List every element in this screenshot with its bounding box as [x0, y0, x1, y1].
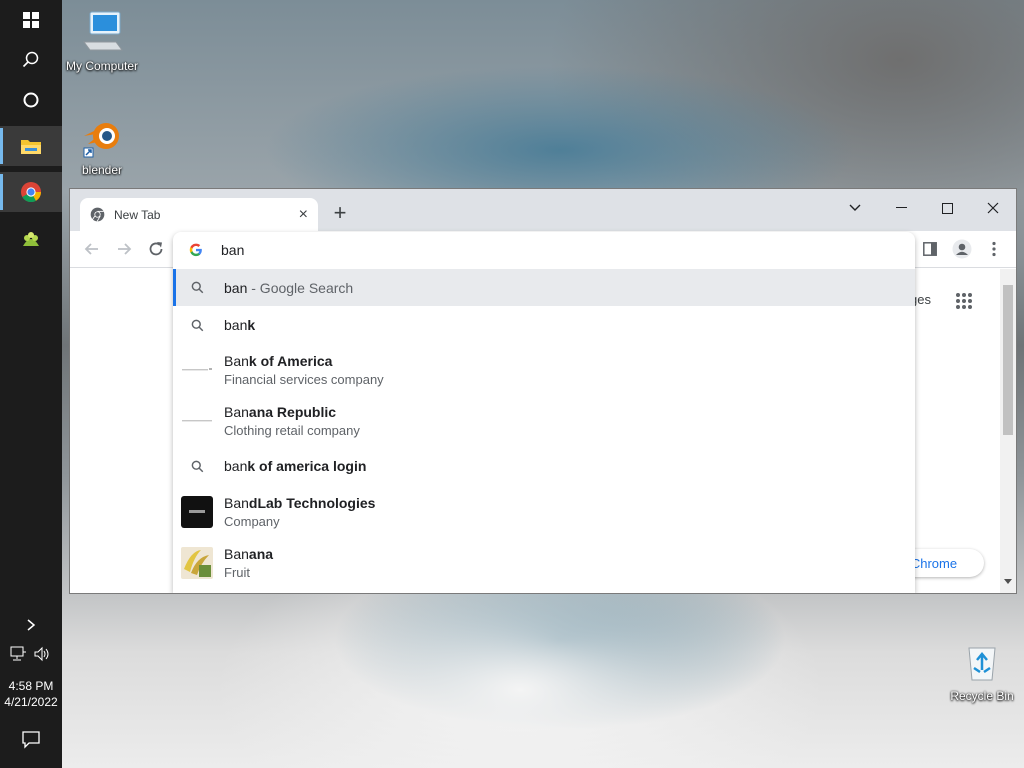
file-explorer-icon: [21, 140, 41, 154]
arrow-left-icon: [84, 243, 98, 255]
maximize-icon: [941, 202, 953, 214]
desktop-icon-my-computer[interactable]: My Computer: [62, 10, 142, 73]
cortana-icon: [23, 92, 39, 108]
suggestion-text: Banana Republic Clothing retail company: [224, 403, 360, 438]
desktop-icon-label: My Computer: [65, 59, 139, 73]
suggestion-text: bank of america login: [224, 458, 367, 474]
avatar-icon: [952, 239, 972, 259]
banana-thumbnail-icon: [181, 546, 213, 579]
close-window-button[interactable]: [970, 193, 1016, 223]
cortana-button[interactable]: [0, 80, 62, 120]
start-button[interactable]: [0, 0, 62, 40]
app-taskbar-button[interactable]: [0, 220, 62, 260]
banana-republic-thumbnail-icon: [181, 405, 213, 437]
suggestion-row[interactable]: Banana Fruit: [173, 537, 915, 588]
search-icon: [22, 51, 39, 68]
suggestion-row[interactable]: bank of america login: [173, 446, 915, 486]
page-scrollbar[interactable]: [1000, 269, 1016, 593]
search-icon: [181, 309, 213, 341]
reload-icon: [149, 242, 163, 256]
chrome-icon: [21, 182, 42, 203]
chrome-menu-button[interactable]: [980, 235, 1008, 263]
chrome-window: New Tab × + ges e Chrome ban ban - Googl…: [69, 188, 1017, 594]
maximize-button[interactable]: [924, 193, 970, 223]
suggestion-text: Bank of America Financial services compa…: [224, 352, 384, 387]
chrome-favicon-icon: [90, 207, 105, 222]
search-icon: [181, 450, 213, 482]
tab-new-tab[interactable]: New Tab ×: [80, 198, 318, 231]
side-panel-button[interactable]: [916, 235, 944, 263]
minimize-icon: [895, 207, 907, 208]
show-hidden-icons-button[interactable]: [0, 610, 62, 640]
suggestion-text: ban - Google Search: [224, 279, 354, 296]
title-bar: New Tab × +: [70, 189, 1016, 231]
desktop-icon-recycle-bin[interactable]: Recycle Bin: [942, 640, 1022, 703]
address-bar-value: ban: [221, 242, 245, 258]
desktop-icon-label: Recycle Bin: [950, 689, 1014, 703]
suggestion-row[interactable]: BandLab Technologies Company: [173, 486, 915, 537]
volume-icon[interactable]: [32, 645, 52, 663]
suggestion-text: Banana Fruit: [224, 545, 274, 580]
tab-close-icon[interactable]: ×: [299, 206, 308, 224]
windows-logo-icon: [23, 12, 39, 28]
profile-button[interactable]: [948, 235, 976, 263]
suggestion-row[interactable]: bank: [173, 306, 915, 344]
network-icon[interactable]: [8, 645, 28, 663]
google-apps-icon[interactable]: [956, 293, 972, 309]
taskbar: 4:58 PM 4/21/2022: [0, 0, 62, 768]
address-bar[interactable]: ban: [173, 232, 915, 268]
suggestion-row[interactable]: Banana Republic Clothing retail company: [173, 395, 915, 446]
suggestion-text: bank: [224, 317, 256, 333]
computer-icon: [83, 11, 123, 51]
search-button[interactable]: [0, 40, 62, 80]
suggestion-row[interactable]: ban - Google Search: [173, 269, 915, 306]
kebab-menu-icon: [992, 241, 996, 257]
google-g-icon: [189, 243, 202, 257]
chevron-down-icon: [849, 204, 861, 211]
notification-icon: [22, 731, 40, 749]
bandlab-thumbnail-icon: [181, 495, 213, 528]
search-icon: [181, 272, 213, 304]
suggestion-row[interactable]: Bank of America Financial services compa…: [173, 344, 915, 395]
minimize-button[interactable]: [878, 193, 924, 223]
side-panel-icon: [923, 242, 937, 256]
close-icon: [987, 202, 999, 214]
action-center-button[interactable]: [21, 729, 41, 749]
clock[interactable]: 4:58 PM 4/21/2022: [0, 678, 62, 710]
suggestion-text: BandLab Technologies Company: [224, 494, 376, 529]
recycle-bin-icon: [968, 647, 996, 681]
tab-search-button[interactable]: [832, 193, 878, 223]
omnibox-dropdown: ban ban - Google Search bank Bank of Ame…: [173, 232, 915, 593]
back-button[interactable]: [78, 235, 106, 263]
reload-button[interactable]: [142, 235, 170, 263]
blender-icon: [83, 123, 119, 158]
chevron-right-icon: [27, 619, 36, 631]
bank-of-america-thumbnail-icon: [181, 354, 213, 386]
file-explorer-button[interactable]: [0, 126, 62, 166]
desktop-icon-label: blender: [81, 163, 123, 177]
scrollbar-thumb[interactable]: [1003, 285, 1013, 435]
new-tab-button[interactable]: +: [328, 200, 352, 225]
scroll-down-arrow-icon[interactable]: [1004, 579, 1012, 585]
chrome-taskbar-button[interactable]: [0, 172, 62, 212]
app-icon: [23, 232, 39, 246]
tab-title: New Tab: [114, 207, 161, 222]
forward-button[interactable]: [110, 235, 138, 263]
arrow-right-icon: [118, 243, 132, 255]
clock-time: 4:58 PM: [8, 679, 54, 693]
clock-date: 4/21/2022: [4, 695, 58, 709]
desktop-icon-blender[interactable]: blender: [62, 114, 142, 177]
